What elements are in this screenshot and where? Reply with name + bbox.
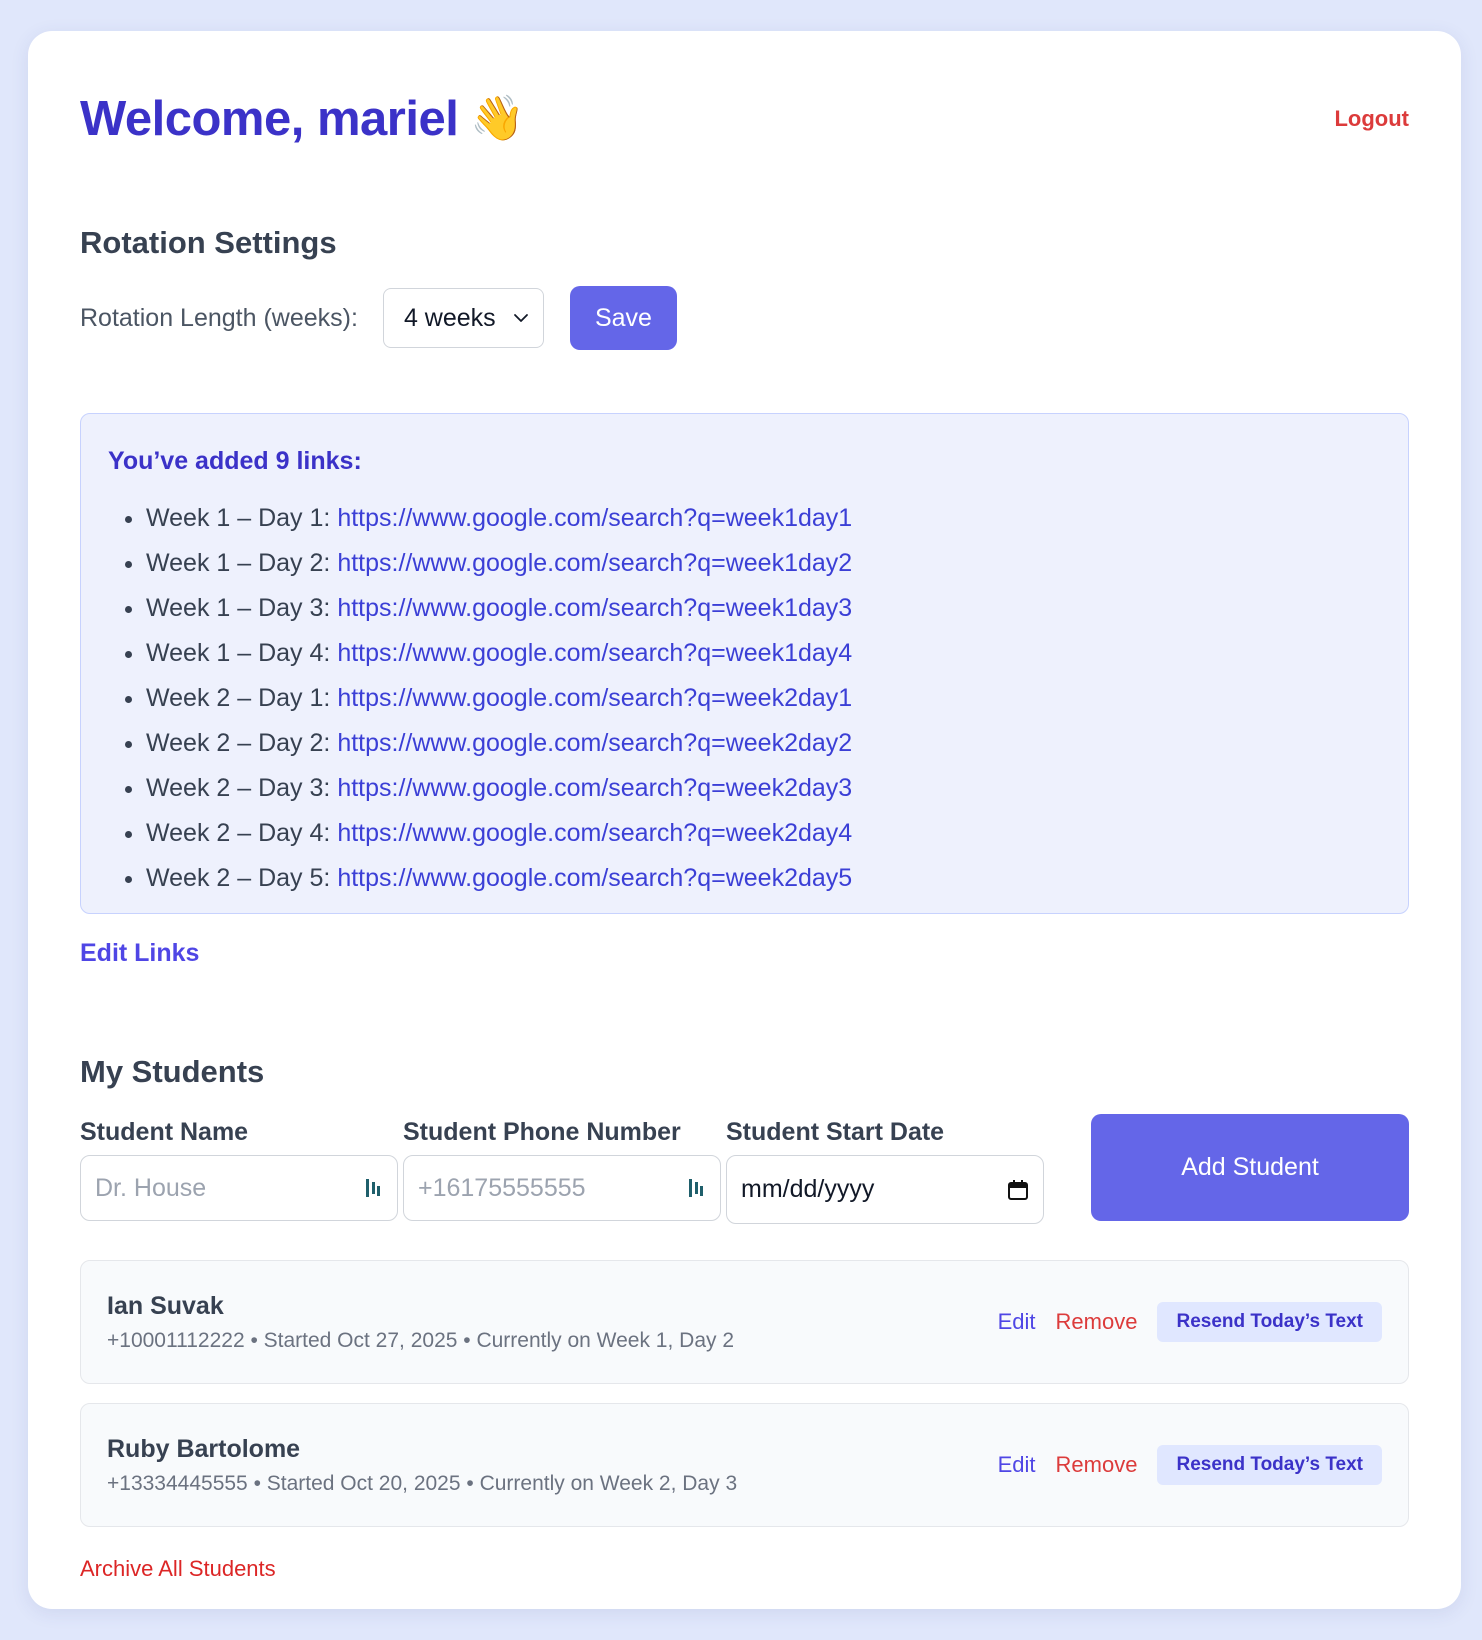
- list-item: Week 1 – Day 2: https://www.google.com/s…: [146, 541, 1381, 586]
- link-url[interactable]: https://www.google.com/search?q=week1day…: [337, 594, 852, 622]
- link-url[interactable]: https://www.google.com/search?q=week2day…: [337, 684, 852, 712]
- calendar-icon[interactable]: [1007, 1179, 1029, 1201]
- student-name: Ruby Bartolome: [107, 1434, 301, 1463]
- remove-student-button[interactable]: Remove: [1056, 1309, 1138, 1335]
- waving-hand-icon: 👋: [470, 94, 525, 143]
- list-item: Week 2 – Day 4: https://www.google.com/s…: [146, 811, 1381, 856]
- link-day-label: Week 2 – Day 1:: [146, 684, 331, 712]
- logout-link[interactable]: Logout: [1334, 106, 1409, 132]
- autofill-icon: [366, 1179, 380, 1197]
- link-day-label: Week 2 – Day 2:: [146, 729, 331, 757]
- student-name-field: Student Name Dr. House: [80, 1114, 398, 1221]
- student-meta: +13334445555 • Started Oct 20, 2025 • Cu…: [107, 1471, 738, 1495]
- rotation-length-label: Rotation Length (weeks):: [80, 303, 358, 332]
- link-day-label: Week 1 – Day 4:: [146, 639, 331, 667]
- add-student-button[interactable]: Add Student: [1091, 1114, 1409, 1221]
- student-actions: Edit Remove Resend Today’s Text: [998, 1302, 1382, 1342]
- my-students-title: My Students: [80, 1054, 265, 1089]
- edit-student-button[interactable]: Edit: [998, 1309, 1036, 1335]
- student-name: Ian Suvak: [107, 1291, 224, 1320]
- link-url[interactable]: https://www.google.com/search?q=week2day…: [337, 729, 852, 757]
- student-name-placeholder: Dr. House: [95, 1173, 207, 1202]
- edit-links-link[interactable]: Edit Links: [80, 939, 199, 968]
- link-url[interactable]: https://www.google.com/search?q=week2day…: [337, 864, 852, 892]
- student-name-input[interactable]: Dr. House: [80, 1155, 398, 1221]
- link-day-label: Week 1 – Day 3:: [146, 594, 331, 622]
- list-item: Week 1 – Day 1: https://www.google.com/s…: [146, 496, 1381, 541]
- link-url[interactable]: https://www.google.com/search?q=week2day…: [337, 774, 852, 802]
- link-url[interactable]: https://www.google.com/search?q=week1day…: [337, 639, 852, 667]
- list-item: Ian Suvak +10001112222 • Started Oct 27,…: [80, 1260, 1409, 1384]
- student-start-date-value: mm/dd/yyyy: [741, 1175, 875, 1203]
- student-start-date-input[interactable]: mm/dd/yyyy: [726, 1155, 1044, 1224]
- student-name-label: Student Name: [80, 1118, 249, 1146]
- link-url[interactable]: https://www.google.com/search?q=week1day…: [337, 504, 852, 532]
- dashboard-card: Welcome, mariel 👋 Logout Rotation Settin…: [28, 31, 1461, 1609]
- list-item: Ruby Bartolome +13334445555 • Started Oc…: [80, 1403, 1409, 1527]
- student-meta: +10001112222 • Started Oct 27, 2025 • Cu…: [107, 1328, 735, 1352]
- list-item: Week 1 – Day 3: https://www.google.com/s…: [146, 586, 1381, 631]
- link-day-label: Week 2 – Day 4:: [146, 819, 331, 847]
- list-item: Week 1 – Day 4: https://www.google.com/s…: [146, 631, 1381, 676]
- links-summary-panel: You’ve added 9 links: Week 1 – Day 1: ht…: [80, 413, 1409, 914]
- list-item: Week 2 – Day 1: https://www.google.com/s…: [146, 676, 1381, 721]
- student-phone-field: Student Phone Number +16175555555: [403, 1114, 721, 1221]
- link-day-label: Week 1 – Day 2:: [146, 549, 331, 577]
- list-item: Week 2 – Day 5: https://www.google.com/s…: [146, 856, 1381, 901]
- header: Welcome, mariel 👋 Logout: [80, 83, 1409, 155]
- archive-all-students-link[interactable]: Archive All Students: [80, 1556, 276, 1582]
- save-button[interactable]: Save: [569, 286, 677, 350]
- welcome-text: Welcome, mariel: [80, 92, 459, 146]
- page-title: Welcome, mariel 👋: [80, 91, 525, 147]
- student-actions: Edit Remove Resend Today’s Text: [998, 1445, 1382, 1485]
- add-student-form: Student Name Dr. House Student Phone Num…: [80, 1114, 1409, 1224]
- link-day-label: Week 2 – Day 3:: [146, 774, 331, 802]
- remove-student-button[interactable]: Remove: [1056, 1452, 1138, 1478]
- rotation-length-row: Rotation Length (weeks): 4 weeks Save: [80, 286, 677, 350]
- links-list: Week 1 – Day 1: https://www.google.com/s…: [108, 496, 1381, 901]
- rotation-length-select[interactable]: 4 weeks: [382, 288, 544, 348]
- rotation-settings-title: Rotation Settings: [80, 225, 337, 260]
- link-day-label: Week 2 – Day 5:: [146, 864, 331, 892]
- student-start-date-field: Student Start Date mm/dd/yyyy: [726, 1114, 1044, 1224]
- list-item: Week 2 – Day 2: https://www.google.com/s…: [146, 721, 1381, 766]
- link-day-label: Week 1 – Day 1:: [146, 504, 331, 532]
- student-phone-placeholder: +16175555555: [418, 1173, 586, 1202]
- chevron-down-icon: [514, 314, 528, 322]
- link-url[interactable]: https://www.google.com/search?q=week1day…: [337, 549, 852, 577]
- student-info: Ian Suvak +10001112222 • Started Oct 27,…: [107, 1292, 734, 1353]
- list-item: Week 2 – Day 3: https://www.google.com/s…: [146, 766, 1381, 811]
- student-start-date-label: Student Start Date: [726, 1118, 945, 1146]
- rotation-length-value: 4 weeks: [403, 303, 496, 332]
- student-phone-label: Student Phone Number: [403, 1118, 681, 1146]
- student-info: Ruby Bartolome +13334445555 • Started Oc…: [107, 1435, 737, 1496]
- student-phone-input[interactable]: +16175555555: [403, 1155, 721, 1221]
- link-url[interactable]: https://www.google.com/search?q=week2day…: [337, 819, 852, 847]
- resend-text-button[interactable]: Resend Today’s Text: [1157, 1302, 1382, 1342]
- links-heading: You’ve added 9 links:: [108, 447, 362, 475]
- resend-text-button[interactable]: Resend Today’s Text: [1157, 1445, 1382, 1485]
- edit-student-button[interactable]: Edit: [998, 1452, 1036, 1478]
- autofill-icon: [689, 1179, 703, 1197]
